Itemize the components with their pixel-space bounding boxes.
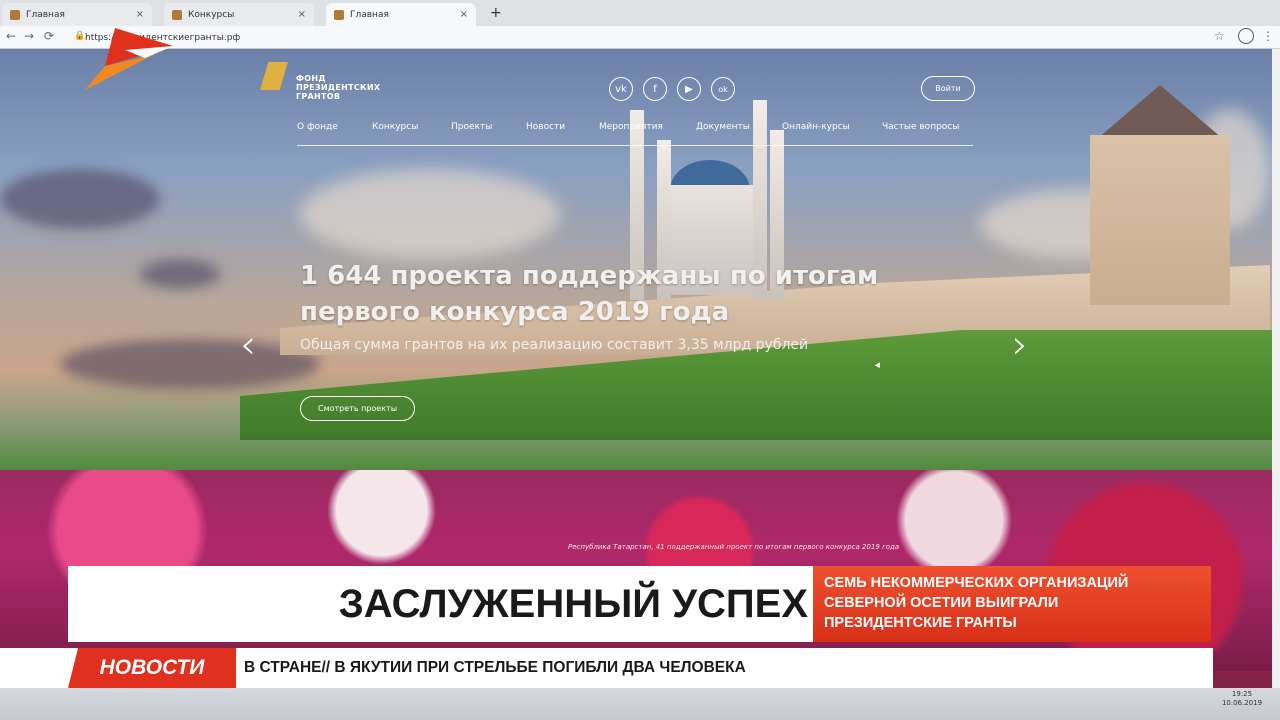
favicon-icon: [334, 9, 344, 20]
login-button[interactable]: Войти: [921, 76, 975, 101]
clock-time: 19:25: [1231, 690, 1253, 698]
favicon-icon: [172, 9, 182, 20]
menu-item-contests[interactable]: Конкурсы: [372, 122, 418, 132]
os-taskbar: [0, 688, 1280, 720]
menu-item-faq[interactable]: Частые вопросы: [882, 122, 959, 132]
story-subtitle: СЕМЬ НЕКОММЕРЧЕСКИХ ОРГАНИЗАЦИЙ СЕВЕРНОЙ…: [824, 573, 1204, 633]
carousel-next-icon[interactable]: ›: [1012, 322, 1028, 368]
url-input[interactable]: https://президентскиегранты.рф: [85, 30, 1195, 46]
lock-icon: 🔒: [74, 31, 86, 41]
back-icon[interactable]: ←: [6, 29, 16, 43]
kremlin-tower: [1090, 135, 1230, 305]
odnoklassniki-icon[interactable]: ok: [711, 77, 735, 101]
close-tab-icon[interactable]: ×: [136, 9, 144, 20]
headline-line: первого конкурса 2019 года: [300, 297, 730, 327]
menu-item-courses[interactable]: Онлайн-курсы: [782, 122, 850, 132]
hero-subheading: Общая сумма грантов на их реализацию сос…: [300, 337, 809, 353]
tab-glavnaya-2[interactable]: Главная ×: [326, 3, 476, 26]
subtitle-line: ПРЕЗИДЕНТСКИЕ ГРАНТЫ: [824, 615, 1017, 631]
tab-label: Главная: [26, 9, 65, 20]
channel-logo-icon: [85, 28, 173, 90]
news-ticker-text: В СТРАНЕ// В ЯКУТИИ ПРИ СТРЕЛЬБЕ ПОГИБЛИ…: [244, 659, 746, 676]
subtitle-line: СЕВЕРНОЙ ОСЕТИИ ВЫИГРАЛИ: [824, 595, 1059, 611]
photo-caption: Республика Татарстан, 41 поддержанный пр…: [568, 543, 900, 551]
vk-icon[interactable]: vk: [609, 77, 633, 101]
logo-line: ПРЕЗИДЕНТСКИХ: [296, 83, 381, 92]
logo-line: ФОНД: [296, 74, 326, 83]
profile-avatar-icon[interactable]: [1238, 28, 1254, 44]
page-scrollbar[interactable]: [1272, 49, 1280, 688]
tab-label: Главная: [350, 9, 389, 20]
subtitle-line: СЕМЬ НЕКОММЕРЧЕСКИХ ОРГАНИЗАЦИЙ: [824, 575, 1129, 591]
taskbar-clock[interactable]: 19:25 10.06.2019: [1212, 690, 1272, 708]
facebook-icon[interactable]: f: [643, 77, 667, 101]
headline-line: 1 644 проекта поддержаны по итогам: [300, 261, 879, 291]
tab-glavnaya-1[interactable]: Главная ×: [2, 3, 152, 26]
foundation-logo-text[interactable]: ФОНД ПРЕЗИДЕНТСКИХ ГРАНТОВ: [296, 74, 380, 101]
story-title: ЗАСЛУЖЕННЫЙ УСПЕХ: [338, 582, 808, 626]
close-tab-icon[interactable]: ×: [298, 9, 306, 20]
logo-line: ГРАНТОВ: [296, 92, 341, 101]
menu-item-projects[interactable]: Проекты: [451, 122, 492, 132]
carousel-prev-icon[interactable]: ‹: [240, 322, 256, 368]
new-tab-button[interactable]: +: [490, 5, 502, 21]
hero-headline: 1 644 проекта поддержаны по итогам перво…: [300, 258, 878, 330]
menu-item-events[interactable]: Мероприятия: [599, 122, 663, 132]
bookmark-star-icon[interactable]: ☆: [1214, 29, 1225, 43]
close-tab-icon[interactable]: ×: [460, 9, 468, 20]
reload-icon[interactable]: ⟳: [44, 29, 54, 43]
youtube-icon[interactable]: ▶: [677, 77, 701, 101]
favicon-icon: [10, 9, 20, 20]
menu-item-documents[interactable]: Документы: [696, 122, 750, 132]
view-projects-button[interactable]: Смотреть проекты: [300, 396, 415, 421]
browser-menu-icon[interactable]: ⋮: [1262, 29, 1274, 43]
forward-icon[interactable]: →: [24, 29, 34, 43]
menu-item-news[interactable]: Новости: [526, 122, 565, 132]
menu-item-about[interactable]: О фонде: [297, 122, 338, 132]
menu-divider: [297, 145, 973, 146]
tab-label: Конкурсы: [188, 9, 235, 20]
news-label: НОВОСТИ: [99, 656, 205, 679]
clock-date: 10.06.2019: [1221, 699, 1263, 707]
tab-konkursy[interactable]: Конкурсы ×: [164, 3, 314, 26]
